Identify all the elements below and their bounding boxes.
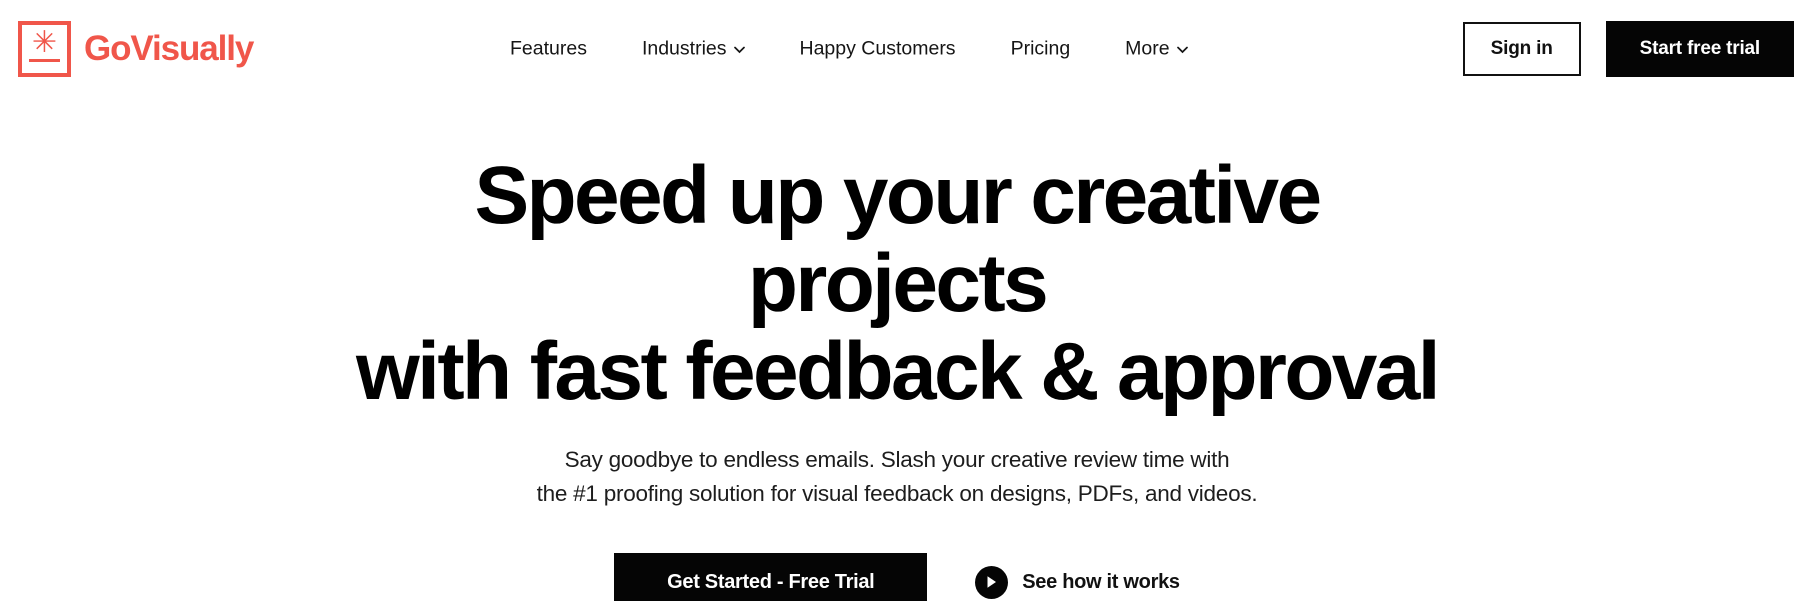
nav-item-industries[interactable]: Industries: [642, 29, 745, 68]
chevron-down-icon: [1176, 46, 1188, 53]
primary-navigation: Features Industries Happy Customers Pric…: [510, 29, 1188, 68]
see-how-it-works-link[interactable]: See how it works: [975, 565, 1180, 599]
nav-item-features[interactable]: Features: [510, 29, 587, 68]
hero-headline-line-1: Speed up your creative projects: [474, 150, 1322, 329]
brand-name: GoVisually: [84, 28, 254, 68]
sign-in-button[interactable]: Sign in: [1462, 21, 1581, 76]
hero-section: Speed up your creative projects with fas…: [0, 97, 1794, 601]
govisually-asterisk-icon: ✳: [18, 20, 71, 77]
nav-item-pricing-label: Pricing: [1010, 37, 1071, 59]
hero-headline: Speed up your creative projects with fas…: [332, 152, 1462, 416]
logo-underline-rule: [29, 58, 60, 62]
hero-cta-group: Get Started - Free Trial See how it work…: [614, 553, 1180, 601]
play-circle-icon[interactable]: [975, 565, 1009, 599]
hero-headline-line-2: with fast feedback & approval: [355, 326, 1441, 417]
nav-item-more[interactable]: More: [1125, 29, 1188, 68]
asterisk-glyph: ✳: [31, 24, 58, 60]
site-header: ✳ GoVisually Features Industries Happy C…: [0, 0, 1794, 97]
nav-item-industries-label: Industries: [641, 37, 727, 59]
header-actions: Sign in Start free trial: [1462, 20, 1794, 77]
start-free-trial-button[interactable]: Start free trial: [1605, 20, 1794, 77]
nav-item-features-label: Features: [510, 37, 587, 59]
nav-item-more-label: More: [1125, 37, 1170, 59]
brand-logo-link[interactable]: ✳ GoVisually: [18, 20, 254, 77]
nav-item-happy-customers-label: Happy Customers: [799, 37, 956, 59]
nav-item-happy-customers[interactable]: Happy Customers: [800, 29, 956, 68]
get-started-free-trial-button[interactable]: Get Started - Free Trial: [614, 553, 928, 601]
hero-subheadline: Say goodbye to endless emails. Slash you…: [537, 443, 1258, 511]
nav-item-pricing[interactable]: Pricing: [1011, 29, 1071, 68]
chevron-down-icon: [733, 46, 745, 53]
see-how-it-works-label: See how it works: [1022, 570, 1180, 593]
hero-subheadline-line-1: Say goodbye to endless emails. Slash you…: [564, 447, 1230, 472]
hero-content: Speed up your creative projects with fas…: [112, 152, 1682, 601]
hero-subheadline-line-2: the #1 proofing solution for visual feed…: [536, 481, 1258, 506]
